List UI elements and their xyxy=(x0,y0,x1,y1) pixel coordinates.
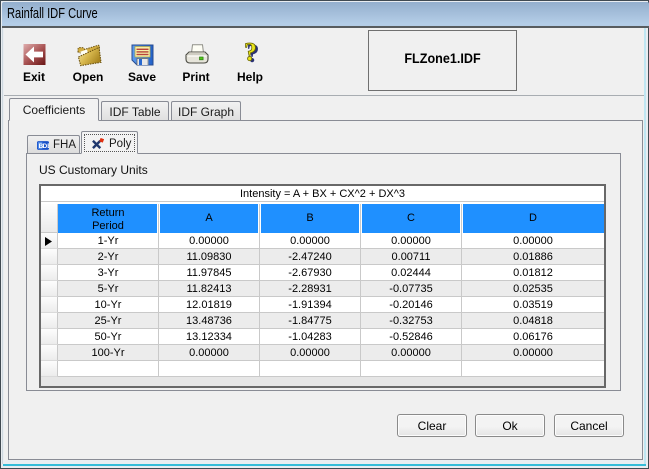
svg-text:DE: DE xyxy=(43,143,49,150)
svg-text:?: ? xyxy=(244,42,257,65)
